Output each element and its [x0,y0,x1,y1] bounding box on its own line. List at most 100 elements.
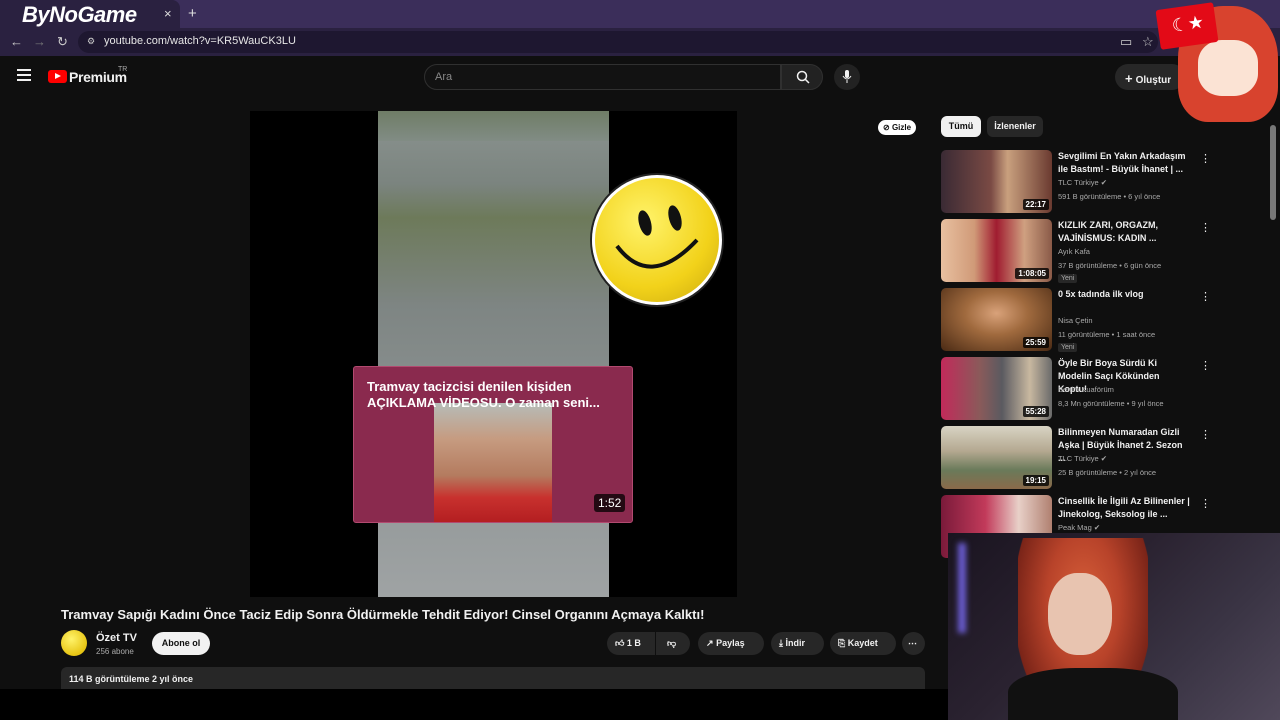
search-button[interactable] [781,64,823,90]
menu-icon[interactable] [17,69,31,84]
duration-badge: 1:08:05 [1015,268,1049,279]
recommendation-title: Sevgilimi En Yakın Arkadaşım ile Bastım!… [1058,151,1186,174]
download-label: İndir [785,638,806,648]
browser-tab-bar: ByNoGame × + [0,0,1280,28]
smiley-sticker [592,175,722,305]
new-badge: Yeni [1058,274,1078,283]
search-placeholder: Ara [435,71,453,83]
subscribe-button[interactable]: Abone ol [152,632,210,655]
url-field[interactable]: ⚙ youtube.com/watch?v=KR5WauCK3LU [78,31,1158,53]
recommendation-thumbnail: 25:59 [941,288,1052,351]
subscriber-count: 256 abone [96,647,134,656]
back-icon[interactable]: ← [10,34,23,49]
eye-off-icon: ⊘ [883,123,890,132]
sidebar-scrollbar[interactable] [1270,125,1276,220]
recommendation-views: 11 görüntüleme • 1 saat önce [1058,330,1156,339]
more-actions-button[interactable]: ⋯ [902,632,925,655]
save-button[interactable]: ⎘ Kaydet [830,632,896,655]
recommendation-item[interactable]: 22:17 Sevgilimi En Yakın Arkadaşım ile B… [941,150,1211,214]
more-vertical-icon[interactable]: ⋮ [1200,428,1211,441]
description-box[interactable]: 114 B görüntüleme 2 yıl önce [61,667,925,689]
webcam-background-light [958,543,966,633]
video-title: Tramvay Sapığı Kadını Önce Taciz Edip So… [61,607,705,622]
recommendation-views: 25 B görüntüleme • 2 yıl önce [1058,468,1157,477]
endcard-thumbnail [434,403,552,522]
site-info-icon[interactable]: ⚙ [87,36,95,47]
duration-badge: 25:59 [1022,337,1049,348]
recommendation-item[interactable]: 1:08:05 KIZLIK ZARI, ORGAZM, VAJİNİSMUS:… [941,219,1211,283]
download-button[interactable]: ⤓ İndir [771,632,824,655]
dislike-button[interactable]: 👎︎ [656,632,690,655]
recommendation-thumbnail: 22:17 [941,150,1052,213]
like-count: 1 B [626,638,641,648]
recommendation-views: 37 B görüntüleme • 6 gün önce [1058,261,1162,270]
youtube-logo-icon[interactable] [48,70,67,83]
recommendation-channel: TLC Türkiye ✔ [1058,178,1108,187]
browser-tab[interactable]: ByNoGame × [0,0,180,28]
share-button[interactable]: ↗ Paylaş [698,632,764,655]
streamer-webcam-overlay [948,533,1280,720]
voice-search-button[interactable] [834,64,860,90]
bookmark-icon: ⎘ [838,638,846,648]
recommendation-title: KIZLIK ZARI, ORGAZM, VAJİNİSMUS: KADIN .… [1058,220,1158,243]
bottom-black-strip [0,689,948,720]
endcard-duration: 1:52 [594,494,626,512]
recommendation-views: 8,3 Mn görüntüleme • 9 yıl önce [1058,399,1164,408]
more-vertical-icon[interactable]: ⋮ [1200,290,1211,303]
forward-icon[interactable]: → [33,34,46,49]
share-icon: ↗ [706,638,714,648]
recommendation-thumbnail: 19:15 [941,426,1052,489]
reload-icon[interactable]: ↻ [57,34,68,50]
endscreen-video-card[interactable]: Tramvay tacizcisi denilen kişiden AÇIKLA… [353,366,633,523]
microphone-icon [842,70,852,83]
more-vertical-icon[interactable]: ⋮ [1200,221,1211,234]
hide-label: Gizle [891,123,912,132]
channel-avatar[interactable] [61,630,87,656]
recommendation-title: 0 5x tadında ilk vlog [1058,289,1144,299]
webcam-person-shirt [1008,668,1178,720]
duration-badge: 55:28 [1022,406,1049,417]
recommendation-item[interactable]: 19:15 Bilinmeyen Numaradan Gizli Aşka | … [941,426,1211,490]
region-code: TR [118,66,128,73]
recommendation-item[interactable]: 25:59 0 5x tadında ilk vlog Nisa Çetin 1… [941,288,1211,352]
recommendation-thumbnail: 1:08:05 [941,219,1052,282]
new-tab-button[interactable]: + [188,5,197,22]
anime-mascot-overlay: ☾★ [1155,0,1280,122]
duration-badge: 19:15 [1022,475,1049,486]
more-horizontal-icon: ⋯ [908,638,917,648]
save-label: Kaydet [847,638,878,648]
recommendation-channel: Ayık Kafa [1058,247,1090,256]
recommendation-views: 591 B görüntüleme • 6 yıl önce [1058,192,1161,201]
channel-name[interactable]: Özet TV [96,632,137,644]
recommendation-title: Cinsellik İle İlgili Az Bilinenler | Jin… [1058,496,1190,519]
more-vertical-icon[interactable]: ⋮ [1200,152,1211,165]
search-icon [796,70,810,84]
tab-close-icon[interactable]: × [164,6,172,21]
recommendation-item[interactable]: 55:28 Öyle Bir Boya Sürdü Ki Modelin Saç… [941,357,1211,421]
duration-badge: 22:17 [1022,199,1049,210]
search-input[interactable]: Ara [424,64,781,90]
like-button[interactable]: 👍︎ 1 B [607,632,655,655]
view-count-date: 114 B görüntüleme 2 yıl önce [69,674,194,684]
address-bar-row: ← → ↻ ⚙ youtube.com/watch?v=KR5WauCK3LU … [0,28,1280,56]
hide-endscreen-button[interactable]: ⊘ Gizle [878,120,917,135]
recommendation-thumbnail: 55:28 [941,357,1052,420]
recommendation-channel: Peak Mag ✔ [1058,523,1101,532]
recommendation-channel: Nisa Çetin [1058,316,1093,325]
url-text: youtube.com/watch?v=KR5WauCK3LU [104,35,296,47]
recommendation-channel: TLC Türkiye ✔ [1058,454,1108,463]
youtube-header: Premium TR Ara + Oluştur [0,56,1280,98]
more-vertical-icon[interactable]: ⋮ [1200,497,1211,510]
video-background-trees [378,111,609,141]
overlay-logo: ByNoGame [22,2,137,27]
video-frame [378,111,609,597]
chip-watched[interactable]: İzlenenler [987,116,1043,137]
plus-icon: + [1125,71,1133,86]
cast-icon[interactable]: ▭ [1120,34,1132,50]
chip-all[interactable]: Tümü [941,116,981,137]
bookmark-star-icon[interactable]: ☆ [1142,34,1154,50]
recommendation-channel: Benim Kuaförüm [1058,385,1114,394]
mascot-face [1198,40,1258,96]
more-vertical-icon[interactable]: ⋮ [1200,359,1211,372]
new-badge: Yeni [1058,343,1078,352]
